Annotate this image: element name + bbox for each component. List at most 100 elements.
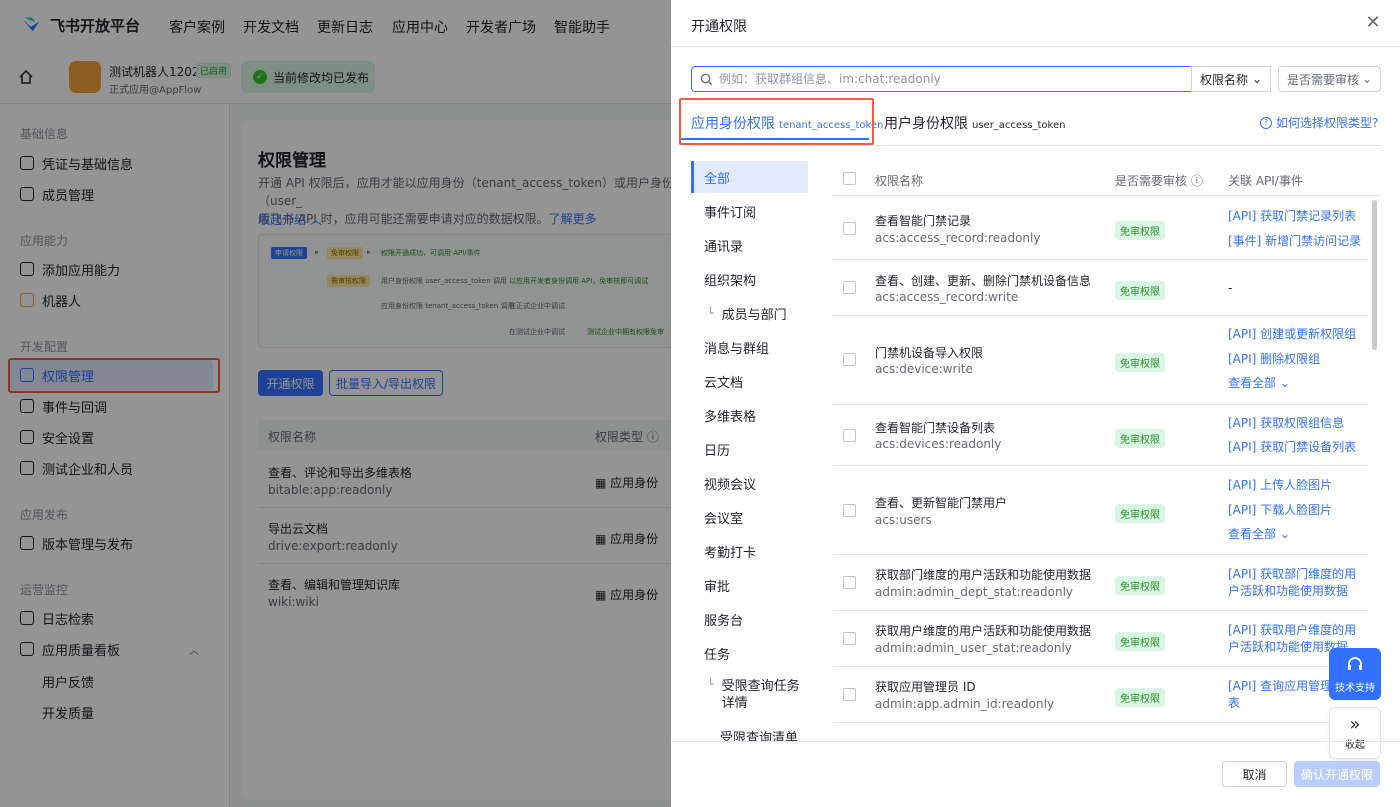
api-link[interactable]: [API] 获取部门维度的用 [1228,566,1356,583]
footer-divider [671,741,1400,742]
row-divider [833,554,1368,555]
permission-name: 获取应用管理员 ID [875,680,976,694]
permission-name: 获取部门维度的用户活跃和功能使用数据 [875,568,1092,582]
category-item[interactable]: 事件订阅 [691,195,808,227]
row-checkbox[interactable] [843,222,856,235]
row-checkbox[interactable] [843,281,856,294]
view-all-link[interactable]: 查看全部 ⌄ [1228,375,1290,392]
tab-user-permissions[interactable]: 用户身份权限 user_access_token [884,113,1065,133]
category-label: 受限查询任务详情 [721,679,800,711]
tab-token: user_access_token [972,120,1066,131]
category-item[interactable]: 审批 [691,569,808,601]
row-divider [833,259,1368,260]
free-review-badge: 免审权限 [1115,632,1165,651]
api-link[interactable]: [API] 获取权限组信息 [1228,415,1344,432]
free-review-badge: 免审权限 [1115,576,1165,595]
free-review-badge: 免审权限 [1115,221,1165,240]
tree-branch-icon: └ [707,306,714,320]
permission-code: acs:devices:readonly [875,437,1002,451]
question-circle-icon: ? [1260,116,1272,129]
category-item[interactable]: 考勤打卡 [691,535,808,567]
api-link[interactable]: [API] 删除权限组 [1228,351,1320,368]
collapse-label: 收起 [1345,739,1365,751]
category-item[interactable]: 任务 [691,637,808,669]
event-link[interactable]: [事件] 新增门禁访问记录 [1228,233,1361,250]
scrollbar-thumb[interactable] [1372,200,1377,350]
chevron-down-icon: ⌄ [1251,72,1262,86]
row-divider [833,465,1368,466]
header-review: 是否需要审核 ⓘ [1115,174,1203,188]
api-link[interactable]: [API] 下载人脸图片 [1228,502,1332,519]
cancel-button[interactable]: 取消 [1222,761,1287,787]
category-item[interactable]: 多维表格 [691,399,808,431]
collapse-float-button[interactable]: » 收起 [1329,707,1381,759]
tab-divider [691,145,1381,146]
permission-name: 查看智能门禁记录 [875,214,972,228]
category-item[interactable]: 云文档 [691,365,808,397]
category-subitem[interactable]: └ 受限查询任务详情 [691,678,808,718]
category-item[interactable]: 视频会议 [691,467,808,499]
double-chevron-right-icon: » [1349,713,1361,735]
free-review-badge: 免审权限 [1115,504,1165,523]
view-all-link[interactable]: 查看全部 ⌄ [1228,526,1290,543]
permission-name: 门禁机设备导入权限 [875,346,984,360]
api-link[interactable]: [API] 获取门禁记录列表 [1228,208,1356,225]
confirm-open-button[interactable]: 确认开通权限 [1294,761,1380,787]
row-checkbox[interactable] [843,632,856,645]
category-item[interactable]: 会议室 [691,501,808,533]
row-checkbox[interactable] [843,504,856,517]
search-input[interactable] [719,72,1189,86]
filter-review-select[interactable]: 是否需要审核 ⌄ [1278,66,1381,92]
select-all-checkbox[interactable] [843,172,856,185]
api-link[interactable]: [API] 上传人脸图片 [1228,477,1332,494]
chevron-down-icon: ⌄ [1361,72,1372,86]
tech-support-button[interactable]: 技术支持 [1329,648,1381,700]
category-subitem[interactable]: └ 成员与部门 [691,297,808,329]
category-item[interactable]: 服务台 [691,603,808,635]
permission-search[interactable] [691,66,1192,92]
free-review-badge: 免审权限 [1115,429,1165,448]
close-icon[interactable]: ✕ [1364,14,1382,32]
tab-label: 用户身份权限 [884,116,968,132]
tech-support-label: 技术支持 [1335,682,1375,694]
category-item[interactable]: 消息与群组 [691,331,808,363]
row-divider [833,666,1368,667]
no-api-dash: - [1228,281,1233,295]
api-link-continued[interactable]: 表 [1228,695,1240,712]
permission-code: acs:access_record:write [875,290,1019,304]
api-link[interactable]: [API] 获取门禁设备列表 [1228,439,1356,456]
row-checkbox[interactable] [843,353,856,366]
permission-code: acs:device:write [875,362,973,376]
row-checkbox[interactable] [843,429,856,442]
api-link[interactable]: [API] 查询应用管理 [1228,678,1332,695]
row-divider [833,610,1368,611]
api-link[interactable]: [API] 获取用户维度的用 [1228,622,1356,639]
category-all[interactable]: 全部 [691,161,808,193]
category-item[interactable]: 通讯录 [691,229,808,261]
category-item[interactable]: 组织架构 [691,263,808,295]
search-icon [700,73,713,86]
row-divider [833,722,1368,723]
row-checkbox[interactable] [843,576,856,589]
drawer-title: 开通权限 [691,19,747,35]
drawer-divider [671,46,1400,47]
header-permission-name: 权限名称 [875,174,924,188]
free-review-badge: 免审权限 [1115,281,1165,300]
permission-code: admin:app.admin_id:readonly [875,697,1055,711]
filter-permission-name-select[interactable]: 权限名称 ⌄ [1191,66,1271,92]
free-review-badge: 免审权限 [1115,353,1165,372]
api-link-continued[interactable]: 户活跃和功能使用数据 [1228,583,1348,600]
row-checkbox[interactable] [843,688,856,701]
permission-name: 查看、创建、更新、删除门禁机设备信息 [875,274,1092,288]
category-item[interactable]: 日历 [691,433,808,465]
modal-overlay[interactable] [0,0,671,807]
free-review-badge: 免审权限 [1115,688,1165,707]
permission-type-help-link[interactable]: ? 如何选择权限类型? [1260,114,1378,131]
row-divider [833,404,1368,405]
headset-icon [1348,656,1362,670]
filter2-label: 是否需要审核 [1287,72,1360,87]
api-link[interactable]: [API] 创建或更新权限组 [1228,326,1356,343]
category-subitem-clipped[interactable]: 受限查询清单详 [691,728,808,741]
permission-name: 获取用户维度的用户活跃和功能使用数据 [875,624,1092,638]
highlight-box [679,98,874,145]
